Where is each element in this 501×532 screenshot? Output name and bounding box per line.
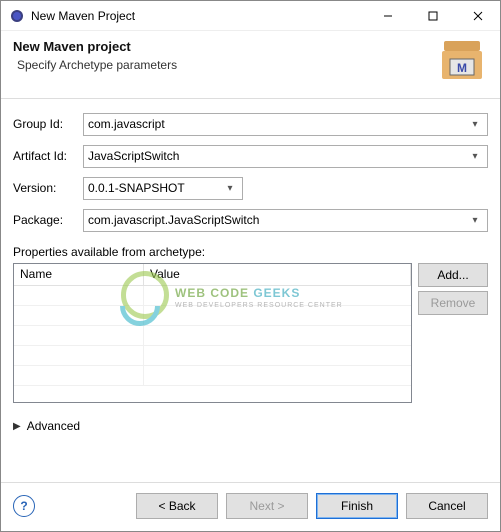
package-row: Package: com.javascript.JavaScriptSwitch… [13,205,488,235]
advanced-toggle[interactable]: ▶ Advanced [13,419,488,433]
finish-button[interactable]: Finish [316,493,398,519]
minimize-button[interactable] [365,1,410,31]
properties-table-body [14,286,411,402]
remove-button: Remove [418,291,488,315]
maven-wizard-icon: M [440,41,484,81]
table-row [14,366,411,386]
group-id-label: Group Id: [13,117,83,131]
artifact-id-label: Artifact Id: [13,149,83,163]
properties-area: Name Value Add... Remove [13,263,488,403]
maximize-button[interactable] [410,1,455,31]
version-row: Version: 0.0.1-SNAPSHOT ▾ [13,173,488,203]
banner-subtext: Specify Archetype parameters [13,58,440,72]
artifact-id-combo[interactable]: JavaScriptSwitch ▾ [83,145,488,168]
table-row [14,326,411,346]
package-value: com.javascript.JavaScriptSwitch [88,213,467,227]
properties-buttons: Add... Remove [418,263,488,403]
chevron-down-icon: ▾ [467,151,483,162]
version-value: 0.0.1-SNAPSHOT [88,181,222,195]
close-button[interactable] [455,1,500,31]
dialog-footer: ? < Back Next > Finish Cancel [1,482,500,531]
cancel-button[interactable]: Cancel [406,493,488,519]
package-combo[interactable]: com.javascript.JavaScriptSwitch ▾ [83,209,488,232]
group-id-row: Group Id: com.javascript ▾ [13,109,488,139]
properties-label: Properties available from archetype: [13,245,488,259]
group-id-value: com.javascript [88,117,467,131]
svg-text:M: M [457,61,467,75]
group-id-combo[interactable]: com.javascript ▾ [83,113,488,136]
version-combo[interactable]: 0.0.1-SNAPSHOT ▾ [83,177,243,200]
table-row [14,346,411,366]
advanced-label: Advanced [27,419,80,433]
properties-table-header: Name Value [14,264,411,286]
next-button: Next > [226,493,308,519]
column-name[interactable]: Name [14,264,144,285]
chevron-down-icon: ▾ [467,119,483,130]
window-title: New Maven Project [31,9,365,23]
artifact-id-row: Artifact Id: JavaScriptSwitch ▾ [13,141,488,171]
eclipse-logo-icon [9,8,25,24]
table-row [14,306,411,326]
chevron-down-icon: ▾ [222,183,238,194]
form-area: Group Id: com.javascript ▾ Artifact Id: … [1,99,500,482]
back-button[interactable]: < Back [136,493,218,519]
column-value[interactable]: Value [144,264,411,285]
package-label: Package: [13,213,83,227]
chevron-down-icon: ▾ [467,215,483,226]
banner-heading: New Maven project [13,39,440,54]
triangle-right-icon: ▶ [13,421,21,432]
dialog-banner: New Maven project Specify Archetype para… [1,31,500,99]
add-button[interactable]: Add... [418,263,488,287]
properties-table[interactable]: Name Value [13,263,412,403]
artifact-id-value: JavaScriptSwitch [88,149,467,163]
table-row [14,286,411,306]
title-bar: New Maven Project [1,1,500,31]
version-label: Version: [13,181,83,195]
help-button[interactable]: ? [13,495,35,517]
